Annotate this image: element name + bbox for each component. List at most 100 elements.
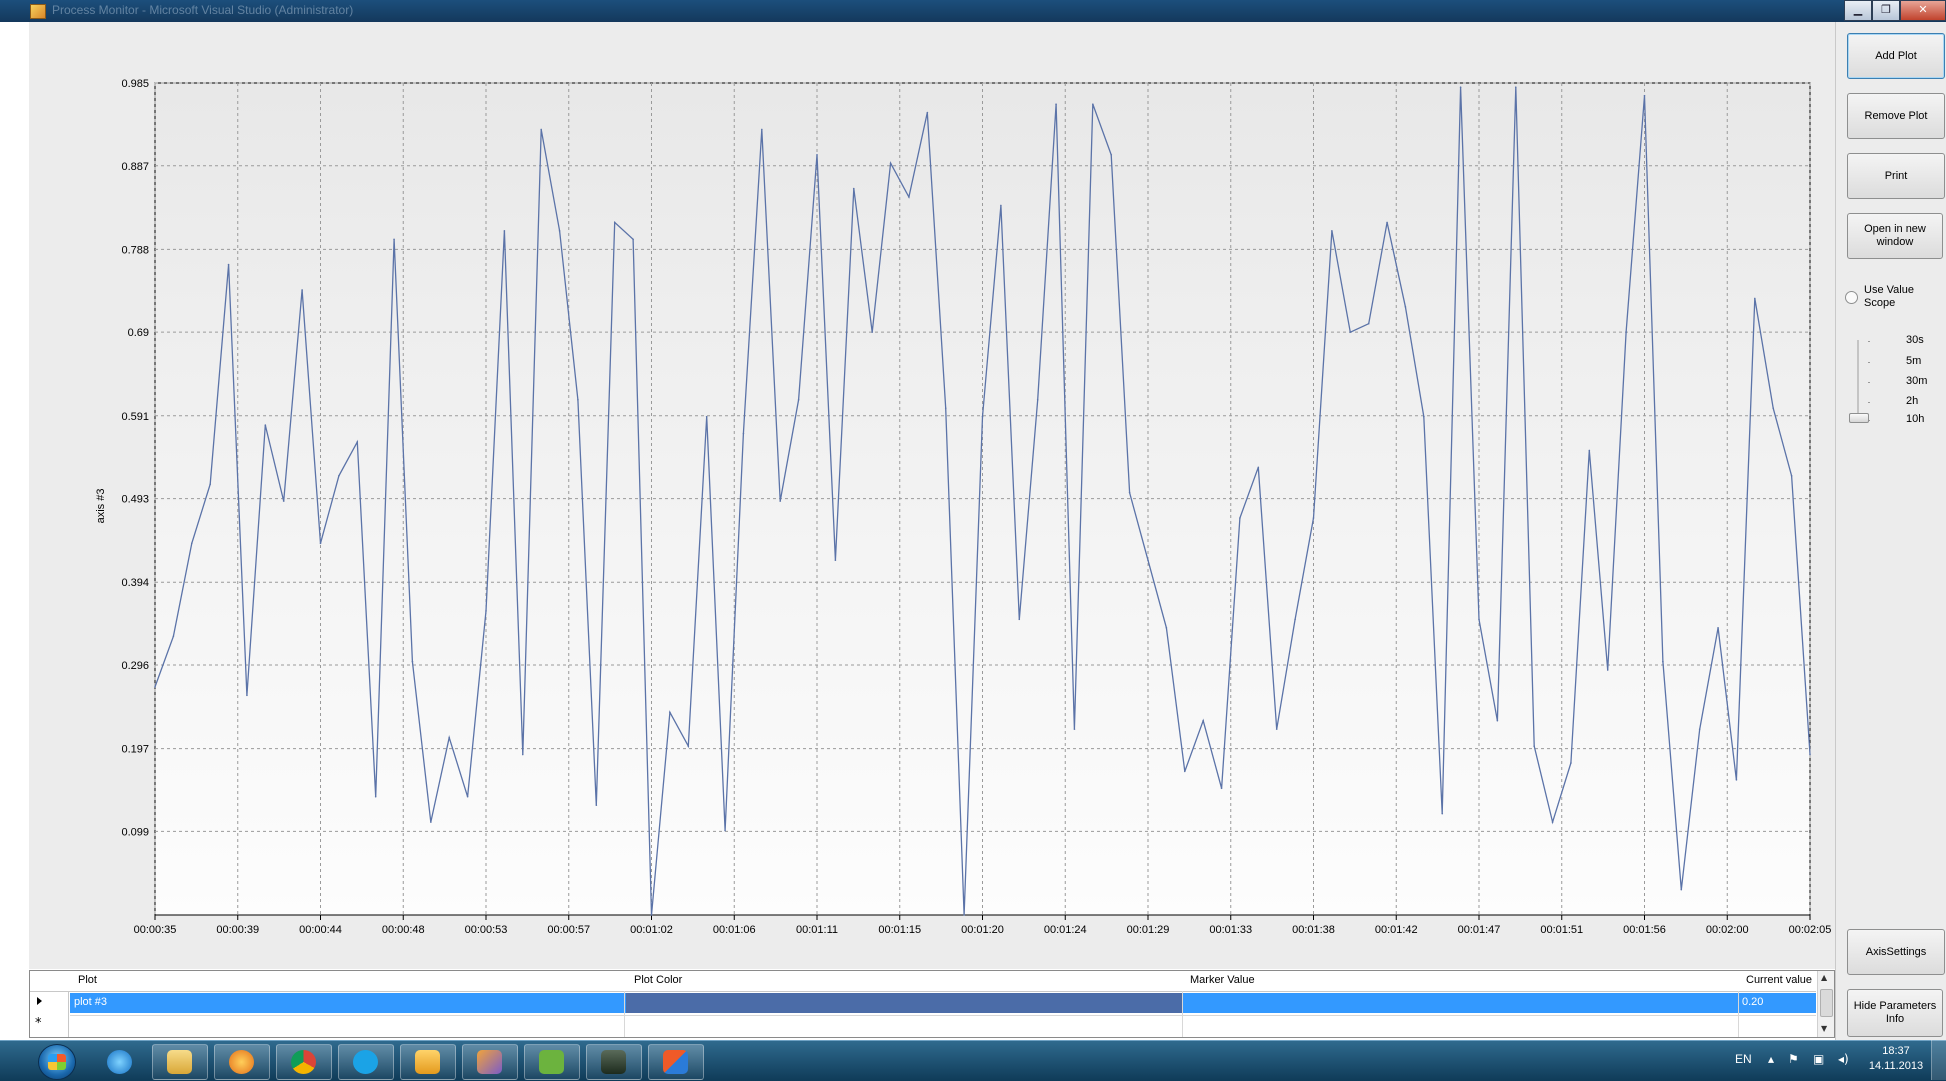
y-tick-label: 0.197 bbox=[121, 744, 149, 756]
data-point bbox=[1092, 103, 1094, 105]
scroll-down-icon[interactable]: ▼ bbox=[1821, 1024, 1827, 1033]
use-value-scope-radio[interactable] bbox=[1845, 291, 1858, 304]
x-tick-label: 00:00:44 bbox=[299, 924, 342, 936]
column-header-plot[interactable]: Plot bbox=[78, 974, 97, 986]
print-button[interactable]: Print bbox=[1847, 153, 1945, 199]
remove-plot-button[interactable]: Remove Plot bbox=[1847, 93, 1945, 139]
line-chart: 0.099 0.197 0.296 0.394 0.493 0.591 0.69 0.788 0… bbox=[95, 78, 1832, 936]
data-point bbox=[540, 128, 542, 131]
start-button[interactable] bbox=[38, 1044, 76, 1080]
language-indicator[interactable]: EN bbox=[1735, 1052, 1752, 1066]
x-tick-label: 00:02:05 bbox=[1789, 924, 1832, 936]
y-tick-label: 0.69 bbox=[128, 327, 149, 339]
plot-color-cell[interactable] bbox=[626, 993, 1182, 1013]
data-point bbox=[705, 415, 708, 418]
restore-button[interactable]: ❐ bbox=[1872, 0, 1900, 21]
close-button[interactable]: ✕ bbox=[1900, 0, 1946, 21]
current-value-cell[interactable]: 0.20 bbox=[1742, 996, 1763, 1008]
data-point bbox=[926, 111, 929, 114]
tool-icon[interactable] bbox=[462, 1044, 518, 1080]
x-tick-label: 00:01:02 bbox=[630, 924, 673, 936]
system-clock[interactable]: 18:37 14.11.2013 bbox=[1866, 1044, 1926, 1074]
skype-icon[interactable] bbox=[338, 1044, 394, 1080]
grid-scrollbar[interactable]: ▲ ▼ bbox=[1817, 971, 1834, 1037]
data-point bbox=[319, 542, 322, 545]
task-manager-icon[interactable] bbox=[586, 1044, 642, 1080]
data-point bbox=[1367, 322, 1370, 325]
minimize-button[interactable]: ▁ bbox=[1844, 0, 1872, 21]
row-header: * bbox=[30, 991, 69, 1037]
app-icon-taskbar[interactable] bbox=[648, 1044, 704, 1080]
volume-icon[interactable]: ◂) bbox=[1838, 1052, 1849, 1066]
outlook-icon[interactable] bbox=[400, 1044, 456, 1080]
current-row-arrow-icon bbox=[37, 997, 42, 1005]
network-icon[interactable]: ▣ bbox=[1813, 1052, 1824, 1066]
clock-time: 18:37 bbox=[1882, 1045, 1910, 1057]
scope-slider-thumb[interactable] bbox=[1849, 413, 1869, 423]
add-plot-button[interactable]: Add Plot bbox=[1847, 33, 1945, 79]
evernote-icon[interactable] bbox=[524, 1044, 580, 1080]
data-point bbox=[1239, 517, 1241, 519]
y-tick-label: 0.493 bbox=[121, 494, 149, 506]
file-explorer-icon[interactable] bbox=[152, 1044, 208, 1080]
data-point bbox=[779, 500, 782, 502]
column-header-plot-color[interactable]: Plot Color bbox=[634, 974, 682, 986]
x-tick-label: 00:00:57 bbox=[547, 924, 590, 936]
slider-tick bbox=[1868, 402, 1870, 403]
clock-date: 14.11.2013 bbox=[1868, 1060, 1924, 1072]
data-point bbox=[1772, 407, 1775, 409]
y-tick-label: 0.296 bbox=[121, 660, 149, 672]
data-point bbox=[1496, 719, 1499, 722]
y-tick-label: 0.887 bbox=[121, 161, 149, 173]
data-point bbox=[411, 660, 414, 663]
column-header-marker-value[interactable]: Marker Value bbox=[1190, 974, 1255, 986]
window-title: Process Monitor - Microsoft Visual Studi… bbox=[52, 3, 354, 17]
x-tick-label: 00:01:29 bbox=[1127, 924, 1170, 936]
chrome-icon[interactable] bbox=[276, 1044, 332, 1080]
media-player-icon[interactable] bbox=[214, 1044, 270, 1080]
data-point bbox=[485, 610, 487, 612]
show-desktop-button[interactable] bbox=[1931, 1040, 1946, 1080]
action-center-icon[interactable]: ⚑ bbox=[1788, 1052, 1799, 1066]
data-point bbox=[1514, 86, 1517, 89]
data-point bbox=[393, 238, 395, 241]
data-point bbox=[1717, 627, 1719, 629]
hide-parameters-info-button[interactable]: Hide Parameters Info bbox=[1847, 989, 1943, 1037]
x-tick-label: 00:01:42 bbox=[1375, 924, 1418, 936]
scroll-up-icon[interactable]: ▲ bbox=[1821, 973, 1827, 982]
data-point bbox=[282, 500, 285, 502]
x-tick-label: 00:00:39 bbox=[216, 924, 259, 936]
x-tick-label: 00:01:33 bbox=[1209, 924, 1252, 936]
x-tick-label: 00:01:51 bbox=[1540, 924, 1583, 936]
data-point bbox=[356, 441, 359, 443]
plot-name-cell[interactable]: plot #3 bbox=[74, 996, 107, 1008]
scroll-thumb[interactable] bbox=[1820, 989, 1833, 1017]
scope-label-30m: 30m bbox=[1906, 375, 1928, 387]
data-point bbox=[1478, 618, 1480, 621]
data-point bbox=[1404, 306, 1407, 308]
data-point bbox=[1423, 415, 1425, 418]
x-tick-label: 00:01:47 bbox=[1458, 924, 1501, 936]
data-point bbox=[1809, 753, 1811, 756]
internet-explorer-icon[interactable] bbox=[92, 1044, 148, 1080]
data-point bbox=[963, 914, 965, 916]
tray-expand-icon[interactable]: ▴ bbox=[1768, 1052, 1774, 1066]
data-point bbox=[944, 407, 947, 409]
y-tick-label: 0.591 bbox=[121, 411, 149, 423]
new-row[interactable] bbox=[70, 1015, 1816, 1036]
data-point bbox=[1680, 888, 1683, 891]
use-value-scope-label: Use Value Scope bbox=[1864, 284, 1914, 309]
slider-tick bbox=[1868, 382, 1870, 383]
axis-settings-button[interactable]: AxisSettings bbox=[1847, 929, 1945, 975]
column-divider bbox=[1182, 991, 1183, 1037]
data-point bbox=[1312, 517, 1315, 519]
data-point bbox=[669, 711, 671, 714]
open-new-window-button[interactable]: Open in new window bbox=[1847, 213, 1943, 259]
x-tick-label: 00:01:06 bbox=[713, 924, 756, 936]
data-point bbox=[558, 230, 561, 232]
column-header-current-value[interactable]: Current value bbox=[1746, 974, 1812, 986]
data-point bbox=[908, 196, 910, 198]
scope-slider-track[interactable] bbox=[1857, 340, 1859, 420]
data-point bbox=[1147, 559, 1149, 562]
data-point bbox=[466, 795, 469, 798]
